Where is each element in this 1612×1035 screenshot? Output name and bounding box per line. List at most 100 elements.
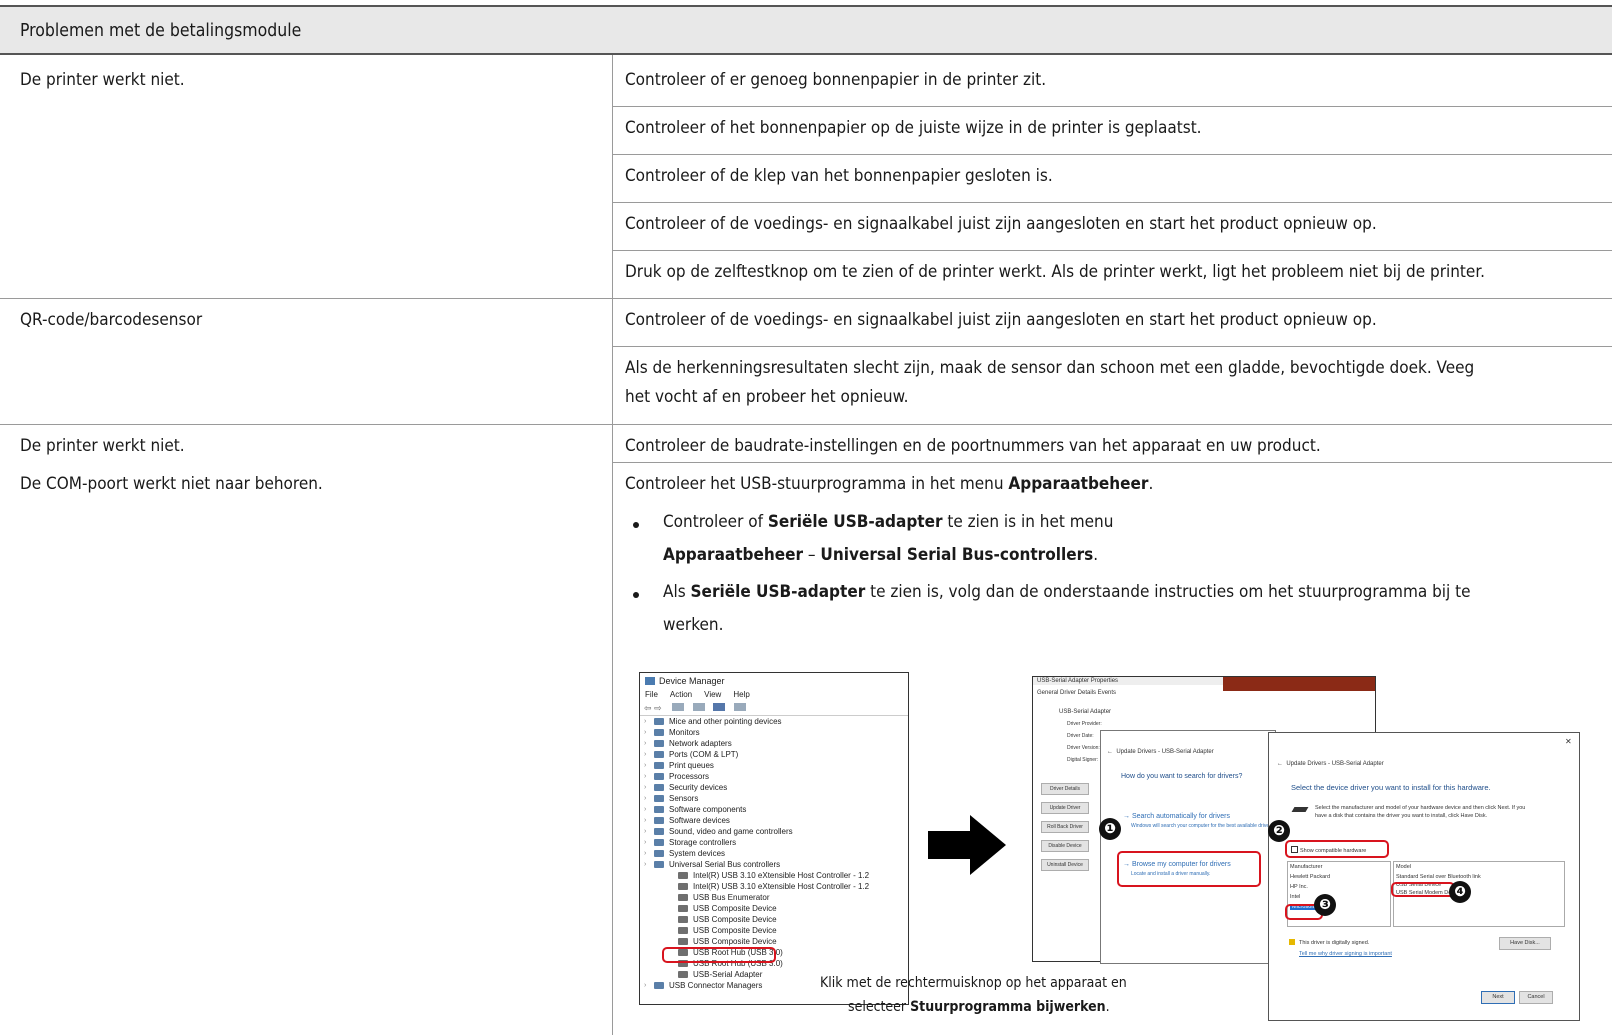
chevron-right-icon: › — [644, 828, 647, 835]
device-tree-item[interactable]: › Sound, video and game controllers — [644, 827, 793, 836]
update2-desc-1: Select the manufacturer and model of you… — [1315, 805, 1526, 811]
toolbar-icon[interactable] — [713, 703, 726, 711]
device-tree-label: Storage controllers — [669, 838, 737, 847]
device-icon — [654, 751, 664, 758]
property-button[interactable]: Update Driver — [1041, 802, 1089, 814]
chevron-right-icon: › — [644, 850, 647, 857]
cancel-button[interactable]: Cancel — [1519, 991, 1553, 1004]
close-icon[interactable]: ✕ — [1565, 737, 1572, 746]
printer-fix-3: Controleer of de klep van het bonnenpapi… — [625, 166, 1053, 186]
device-tree-item[interactable]: › Universal Serial Bus controllers — [644, 860, 780, 869]
device-icon — [678, 927, 688, 934]
back-icon[interactable]: ⇦ — [644, 703, 652, 713]
device-icon — [654, 817, 664, 824]
device-tree-item[interactable]: › Monitors — [644, 728, 700, 737]
properties-tabs[interactable]: General Driver Details Events — [1037, 690, 1116, 696]
device-tree-label: Sensors — [669, 794, 699, 803]
property-button[interactable]: Uninstall Device — [1041, 859, 1089, 871]
device-tree-item[interactable]: › USB Connector Managers — [644, 981, 762, 990]
forward-icon[interactable]: ⇨ — [654, 703, 662, 713]
model-item[interactable]: Standard Serial over Bluetooth link — [1396, 874, 1481, 880]
menu-item[interactable]: View — [704, 690, 721, 699]
device-tree-item[interactable]: › Mice and other pointing devices — [644, 717, 782, 726]
chevron-right-icon: › — [644, 861, 647, 868]
device-tree-item[interactable]: › Software devices — [644, 816, 730, 825]
device-icon — [654, 729, 664, 736]
chevron-right-icon: › — [644, 784, 647, 791]
update2-signing-link[interactable]: Tell me why driver signing is important — [1299, 951, 1392, 957]
bullet-2-line-2: werken. — [663, 615, 724, 635]
update-drivers-dialog-2: ✕ ← Update Drivers - USB-Serial Adapter … — [1268, 732, 1580, 1021]
manufacturer-item[interactable]: Hewlett Packard — [1290, 874, 1330, 880]
device-tree-item[interactable]: Intel(R) USB 3.10 eXtensible Host Contro… — [668, 871, 869, 880]
device-tree-item[interactable]: USB Composite Device — [668, 926, 777, 935]
property-button[interactable]: Disable Device — [1041, 840, 1089, 852]
device-tree-item[interactable]: USB Composite Device — [668, 937, 777, 946]
device-tree-item[interactable]: › System devices — [644, 849, 725, 858]
next-button[interactable]: Next — [1481, 991, 1515, 1004]
device-tree-label: USB Bus Enumerator — [693, 893, 770, 902]
section-divider — [0, 424, 1612, 425]
manufacturer-header: Manufacturer — [1290, 864, 1323, 870]
row-divider — [613, 250, 1612, 251]
device-tree-item[interactable]: › Network adapters — [644, 739, 732, 748]
have-disk-button[interactable]: Have Disk... — [1499, 937, 1551, 950]
chevron-right-icon: › — [644, 762, 647, 769]
menu-item[interactable]: Help — [733, 690, 749, 699]
device-icon — [678, 894, 688, 901]
device-icon — [654, 828, 664, 835]
update1-search-auto[interactable]: → Search automatically for drivers — [1123, 813, 1230, 820]
update1-search-auto-desc: Windows will search your computer for th… — [1131, 823, 1271, 829]
update2-desc-2: have a disk that contains the driver you… — [1315, 813, 1488, 819]
toolbar-icon[interactable] — [733, 703, 746, 711]
device-icon — [654, 839, 664, 846]
device-icon — [678, 916, 688, 923]
menu-item[interactable]: Action — [670, 690, 692, 699]
device-icon — [654, 762, 664, 769]
printer-fix-4: Controleer of de voedings- en signaalkab… — [625, 214, 1377, 234]
caption-line-2: selecteer Stuurprogramma bijwerken. — [848, 999, 1110, 1015]
device-icon — [678, 872, 688, 879]
device-tree-item[interactable]: › Ports (COM & LPT) — [644, 750, 738, 759]
manufacturer-item[interactable]: HP Inc. — [1290, 884, 1308, 890]
property-button[interactable]: Roll Back Driver — [1041, 821, 1089, 833]
device-tree-item[interactable]: USB Bus Enumerator — [668, 893, 769, 902]
device-tree-item[interactable]: USB Composite Device — [668, 915, 777, 924]
property-field: Driver Version: — [1067, 745, 1100, 751]
property-button[interactable]: Driver Details — [1041, 783, 1089, 795]
device-manager-icon — [645, 677, 655, 685]
manufacturer-item[interactable]: Intel — [1290, 894, 1300, 900]
background-window-bar — [1223, 677, 1375, 691]
device-tree-label: USB Composite Device — [693, 904, 777, 913]
toolbar-icon[interactable] — [692, 703, 705, 711]
chevron-right-icon: › — [644, 806, 647, 813]
device-tree-item[interactable]: USB Composite Device — [668, 904, 777, 913]
device-manager-screenshot: Device Manager File Action View Help ⇦ ⇨ › M… — [639, 672, 909, 1005]
device-tree-label: Print queues — [669, 761, 714, 770]
menu-item[interactable]: File — [645, 690, 658, 699]
device-tree-label: Processors — [669, 772, 710, 781]
device-tree-item[interactable]: › Sensors — [644, 794, 698, 803]
highlight-browse — [1117, 851, 1261, 887]
device-icon — [654, 740, 664, 747]
device-icon — [678, 883, 688, 890]
device-tree-item[interactable]: Intel(R) USB 3.10 eXtensible Host Contro… — [668, 882, 869, 891]
device-tree-label: USB Composite Device — [693, 915, 777, 924]
device-tree-item[interactable]: USB-Serial Adapter — [668, 970, 762, 979]
device-tree-label: Ports (COM & LPT) — [669, 750, 739, 759]
device-manager-title: Device Manager — [645, 676, 725, 686]
device-tree-item[interactable]: › Security devices — [644, 783, 727, 792]
device-tree-label: Intel(R) USB 3.10 eXtensible Host Contro… — [693, 882, 870, 891]
model-header: Model — [1396, 864, 1411, 870]
device-tree-item[interactable]: › Processors — [644, 772, 709, 781]
chevron-right-icon: › — [644, 982, 647, 989]
device-tree-item[interactable]: › Print queues — [644, 761, 714, 770]
device-manager-toolbar: ⇦ ⇨ — [644, 703, 746, 714]
properties-title: USB-Serial Adapter Properties — [1037, 678, 1119, 684]
device-icon — [654, 982, 664, 989]
toolbar-icon[interactable] — [672, 703, 685, 711]
chevron-right-icon: › — [644, 817, 647, 824]
device-tree-item[interactable]: › Storage controllers — [644, 838, 736, 847]
device-tree-item[interactable]: › Software components — [644, 805, 746, 814]
device-icon — [654, 795, 664, 802]
